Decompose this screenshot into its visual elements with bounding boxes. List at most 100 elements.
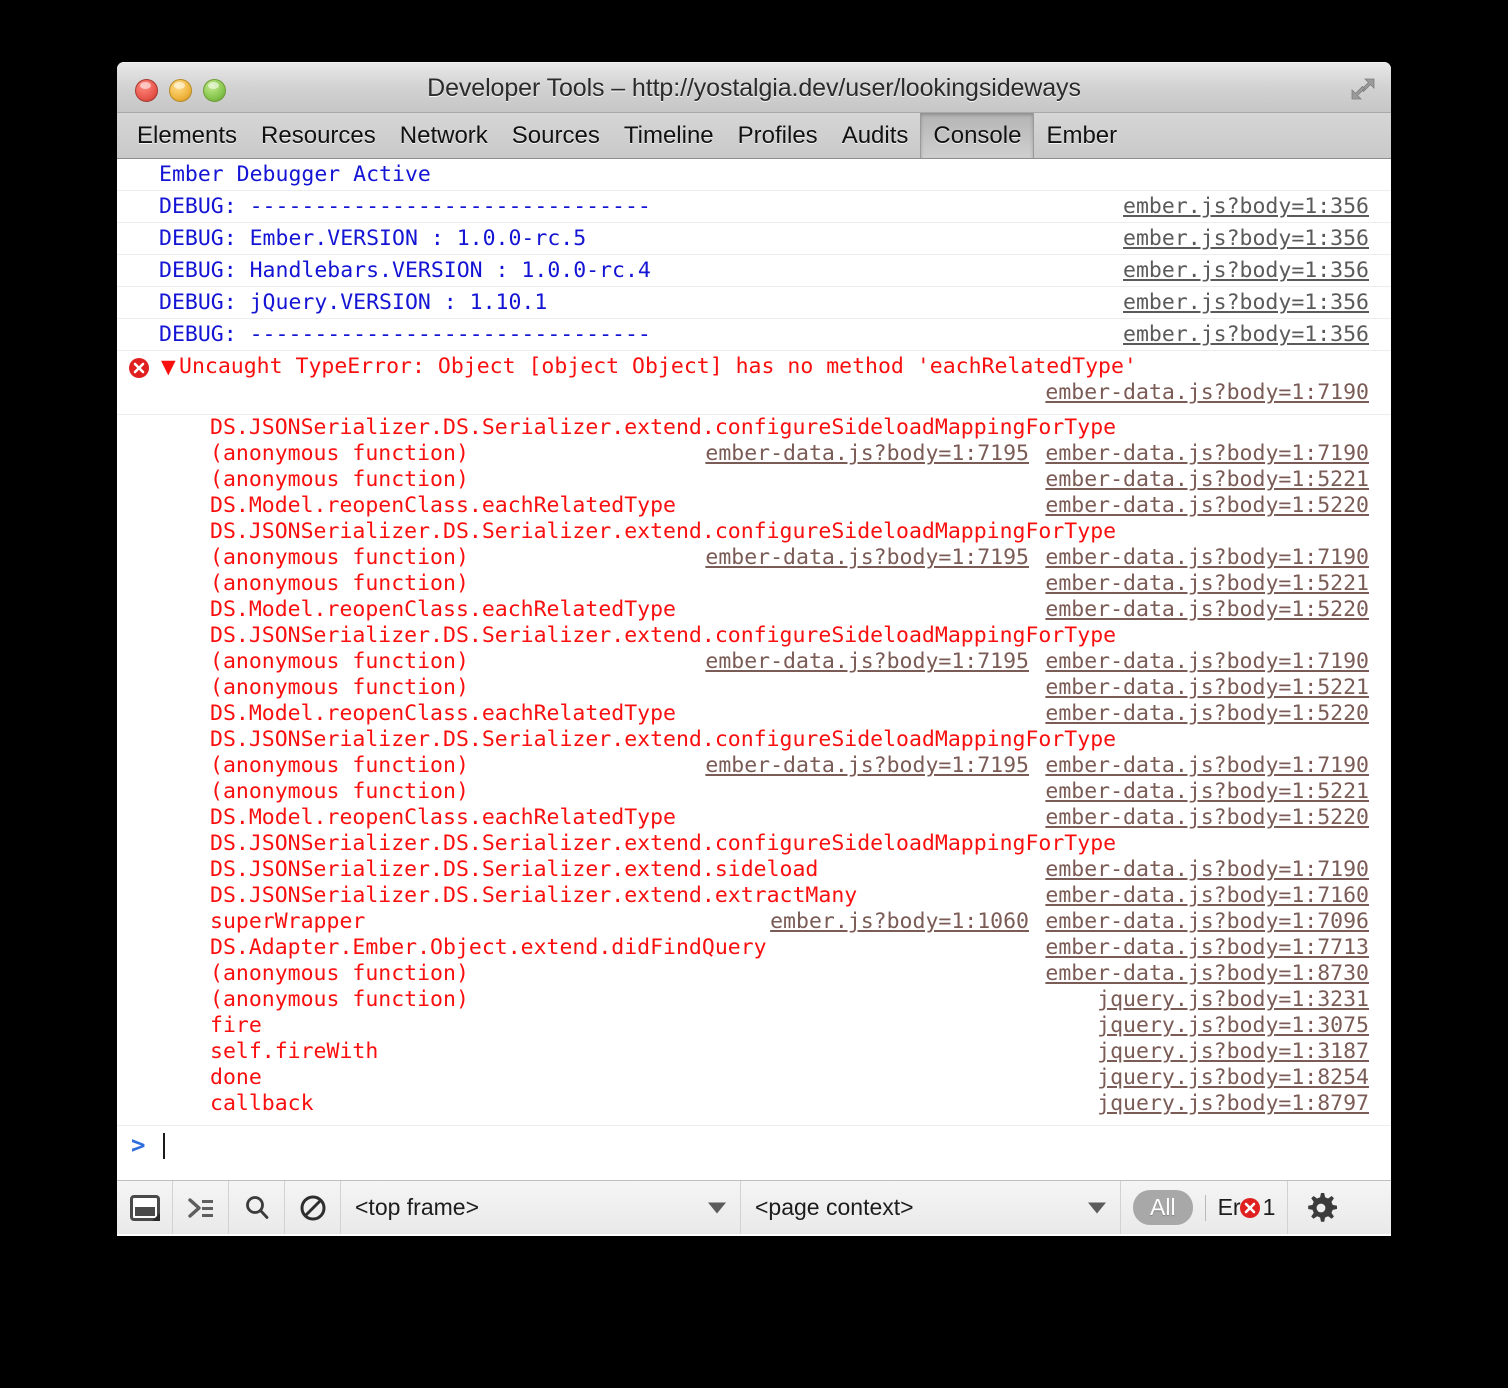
stack-frame-source-link[interactable]: ember-data.js?body=1:5221 — [1045, 779, 1369, 805]
console-message: DEBUG: Handlebars.VERSION : 1.0.0-rc.4 em… — [117, 255, 1391, 287]
stack-frame-source-link[interactable]: ember-data.js?body=1:8730 — [1045, 961, 1369, 987]
console-source-link[interactable]: ember.js?body=1:356 — [1123, 319, 1369, 351]
console-message-text: DEBUG: Ember.VERSION : 1.0.0-rc.5 — [159, 226, 587, 251]
stack-frame-function: DS.Model.reopenClass.eachRelatedType — [210, 597, 676, 622]
stack-frame: (anonymous function) ember-data.js?body=1… — [117, 779, 1391, 805]
filter-all-button[interactable]: All — [1133, 1190, 1193, 1225]
stack-frame-source-link[interactable]: ember-data.js?body=1:7160 — [1045, 883, 1369, 909]
stack-frame-source-link[interactable]: jquery.js?body=1:3187 — [1097, 1039, 1369, 1065]
stack-frame: (anonymous function) ember-data.js?body=1… — [117, 649, 1391, 675]
search-icon[interactable] — [229, 1181, 285, 1234]
execution-frame-value: <top frame> — [355, 1194, 480, 1220]
dock-panel-icon[interactable] — [117, 1181, 173, 1234]
console-source-link[interactable]: ember.js?body=1:356 — [1123, 223, 1369, 255]
show-console-icon[interactable] — [173, 1181, 229, 1234]
stack-frame-source-link[interactable]: ember-data.js?body=1:7190 — [1045, 857, 1369, 883]
stack-frame-source-link[interactable]: ember-data.js?body=1:7713 — [1045, 935, 1369, 961]
execution-frame-select[interactable]: <top frame> — [341, 1181, 741, 1234]
tab-audits[interactable]: Audits — [830, 113, 921, 158]
stack-frame-source-link[interactable]: ember-data.js?body=1:7096 — [1045, 909, 1369, 935]
stack-frame-source-link[interactable]: ember-data.js?body=1:5220 — [1045, 805, 1369, 831]
stack-frame-source-link[interactable]: jquery.js?body=1:8254 — [1097, 1065, 1369, 1091]
window-title: Developer Tools – http://yostalgia.dev/u… — [427, 74, 1081, 102]
stack-frame-function: (anonymous function) — [210, 961, 469, 986]
tab-ember[interactable]: Ember — [1034, 113, 1129, 158]
tab-label: Ember — [1046, 121, 1118, 149]
stack-frame-function: DS.JSONSerializer.DS.Serializer.extend.c… — [210, 519, 1117, 544]
stack-frame-source-link[interactable]: ember-data.js?body=1:7190 — [1045, 753, 1369, 779]
stack-frame-source-link[interactable]: ember-data.js?body=1:7190 — [1045, 545, 1369, 571]
tab-profiles[interactable]: Profiles — [726, 113, 830, 158]
stack-frame-source-link[interactable]: ember-data.js?body=1:7190 — [1045, 441, 1369, 467]
stack-frame-source-link[interactable]: ember-data.js?body=1:5220 — [1045, 597, 1369, 623]
stack-frame-function: DS.Model.reopenClass.eachRelatedType — [210, 805, 676, 830]
console-source-link[interactable]: ember.js?body=1:356 — [1123, 287, 1369, 319]
stack-frame: DS.JSONSerializer.DS.Serializer.extend.c… — [117, 831, 1391, 857]
filter-errors-button[interactable]: Er 1 — [1218, 1194, 1276, 1221]
tab-label: Audits — [841, 121, 909, 149]
stack-frame-source-link[interactable]: ember-data.js?body=1:5220 — [1045, 493, 1369, 519]
chevron-down-icon — [1088, 1202, 1106, 1213]
stack-frame-inner-link[interactable]: ember-data.js?body=1:7195 — [705, 649, 1029, 675]
console-filters: All Er 1 — [1121, 1181, 1289, 1234]
stack-frame: (anonymous function) ember-data.js?body=1… — [117, 545, 1391, 571]
tab-label: Console — [933, 121, 1022, 149]
prompt-text-caret — [163, 1133, 165, 1159]
stack-frame: (anonymous function) ember-data.js?body=1… — [117, 441, 1391, 467]
stack-frame-source-link[interactable]: jquery.js?body=1:8797 — [1097, 1091, 1369, 1117]
stack-frame-source-link[interactable]: ember-data.js?body=1:7190 — [1045, 649, 1369, 675]
tab-elements[interactable]: Elements — [125, 113, 249, 158]
tab-resources[interactable]: Resources — [249, 113, 388, 158]
stack-frame-inner-link[interactable]: ember.js?body=1:1060 — [770, 909, 1029, 935]
stack-frame: self.fireWith jquery.js?body=1:3187 — [117, 1039, 1391, 1065]
developer-tools-window: Developer Tools – http://yostalgia.dev/u… — [117, 62, 1391, 1236]
stack-frame-source-link[interactable]: jquery.js?body=1:3075 — [1097, 1013, 1369, 1039]
console-source-link[interactable]: ember.js?body=1:356 — [1123, 191, 1369, 223]
console-prompt-row[interactable]: > — [117, 1125, 1391, 1168]
tab-network[interactable]: Network — [388, 113, 500, 158]
stack-frame-source-link[interactable]: ember-data.js?body=1:5221 — [1045, 675, 1369, 701]
stack-frame: DS.JSONSerializer.DS.Serializer.extend.c… — [117, 727, 1391, 753]
stack-frame: (anonymous function) ember-data.js?body=1… — [117, 467, 1391, 493]
stack-frame-function: DS.JSONSerializer.DS.Serializer.extend.c… — [210, 415, 1117, 440]
stack-frame: (anonymous function) jquery.js?body=1:323… — [117, 987, 1391, 1013]
tab-label: Profiles — [737, 121, 818, 149]
tab-sources[interactable]: Sources — [500, 113, 612, 158]
stack-frame-source-link[interactable]: ember-data.js?body=1:5221 — [1045, 571, 1369, 597]
stack-frame-inner-link[interactable]: ember-data.js?body=1:7195 — [705, 441, 1029, 467]
stack-frame-function: DS.JSONSerializer.DS.Serializer.extend.s… — [210, 857, 819, 882]
stack-frame-function: (anonymous function) — [210, 987, 469, 1012]
stack-frame-function: (anonymous function) — [210, 441, 469, 466]
stack-frame-function: (anonymous function) — [210, 467, 469, 492]
console-message-text: DEBUG: ------------------------------- — [159, 194, 651, 219]
stack-frame-source-link[interactable]: ember-data.js?body=1:5220 — [1045, 701, 1369, 727]
error-disclosure-triangle[interactable]: ▼ — [161, 351, 176, 383]
console-error-message[interactable]: ▼ Uncaught TypeError: Object [object Obj… — [117, 351, 1391, 415]
execution-context-value: <page context> — [755, 1194, 914, 1220]
stack-frame: (anonymous function) ember-data.js?body=1… — [117, 961, 1391, 987]
expand-arrows-icon[interactable] — [1349, 75, 1377, 103]
stack-frame-function: (anonymous function) — [210, 753, 469, 778]
tab-label: Sources — [511, 121, 600, 149]
execution-context-select[interactable]: <page context> — [741, 1181, 1121, 1234]
stack-frame-source-link[interactable]: jquery.js?body=1:3231 — [1097, 987, 1369, 1013]
stack-frame: (anonymous function) ember-data.js?body=1… — [117, 675, 1391, 701]
error-source-link[interactable]: ember-data.js?body=1:7190 — [1045, 377, 1369, 409]
console-message: DEBUG: jQuery.VERSION : 1.10.1 ember.js?b… — [117, 287, 1391, 319]
title-bar: Developer Tools – http://yostalgia.dev/u… — [117, 62, 1391, 113]
tab-timeline[interactable]: Timeline — [612, 113, 726, 158]
stack-frame-function: (anonymous function) — [210, 779, 469, 804]
tab-label: Resources — [261, 121, 376, 149]
stack-frame-inner-link[interactable]: ember-data.js?body=1:7195 — [705, 545, 1029, 571]
stack-trace-list: DS.JSONSerializer.DS.Serializer.extend.c… — [117, 415, 1391, 1117]
clear-console-icon[interactable] — [285, 1181, 341, 1234]
console-status-bar: <top frame> <page context> All Er 1 — [117, 1180, 1391, 1234]
stack-frame-source-link[interactable]: ember-data.js?body=1:5221 — [1045, 467, 1369, 493]
tab-console[interactable]: Console — [920, 113, 1035, 158]
stack-frame-inner-link[interactable]: ember-data.js?body=1:7195 — [705, 753, 1029, 779]
stack-frame-function: self.fireWith — [210, 1039, 379, 1064]
gear-icon[interactable] — [1288, 1181, 1354, 1234]
tab-label: Network — [399, 121, 488, 149]
stack-frame: callback jquery.js?body=1:8797 — [117, 1091, 1391, 1117]
console-source-link[interactable]: ember.js?body=1:356 — [1123, 255, 1369, 287]
